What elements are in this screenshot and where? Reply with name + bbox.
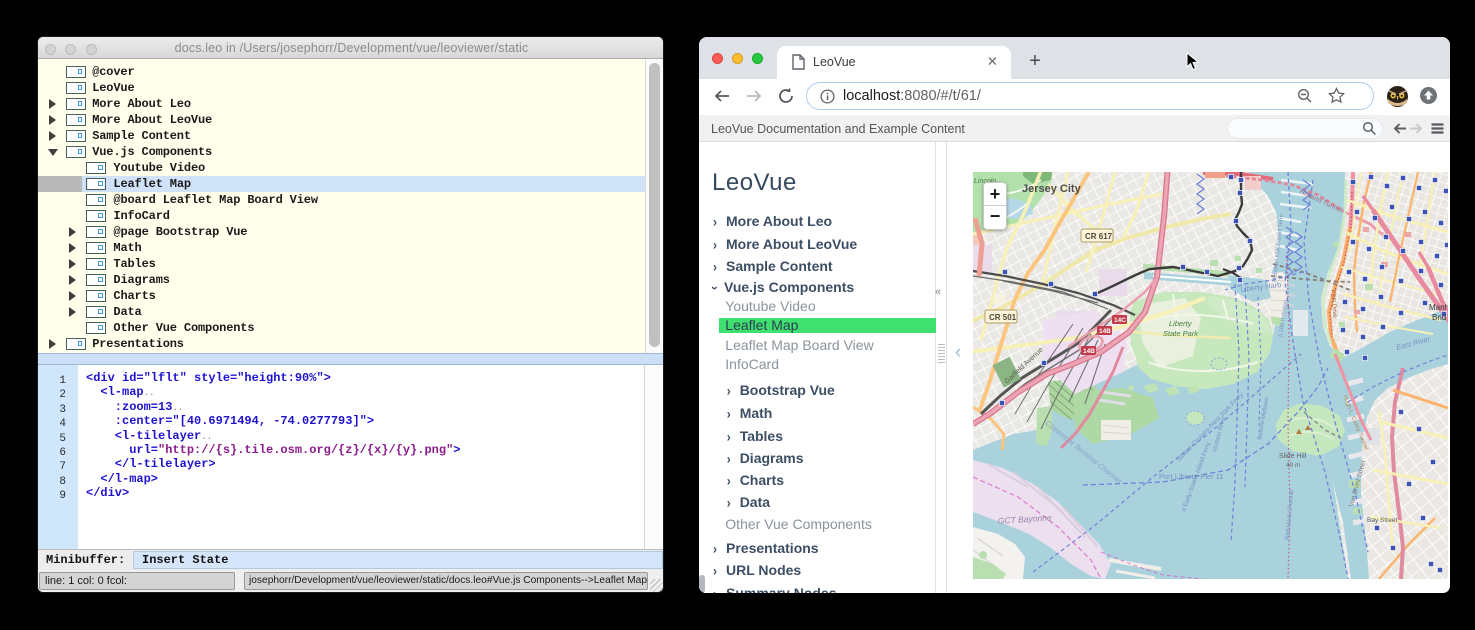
- svg-text:14C: 14C: [1114, 317, 1126, 324]
- svg-text:Bay Street: Bay Street: [1367, 517, 1398, 524]
- svg-text:CR 501: CR 501: [989, 313, 1017, 322]
- svg-text:Brid: Brid: [1432, 313, 1446, 322]
- svg-text:14B: 14B: [1083, 348, 1095, 355]
- svg-text:Slide Hill: Slide Hill: [1279, 453, 1307, 460]
- svg-text:Manh: Manh: [1429, 303, 1448, 312]
- svg-text:CR 617: CR 617: [1085, 232, 1113, 241]
- svg-text:State Park: State Park: [1163, 329, 1199, 338]
- svg-text:Liberty: Liberty: [1169, 319, 1193, 328]
- svg-text:40 m: 40 m: [1286, 462, 1300, 469]
- svg-text:14B: 14B: [1099, 328, 1111, 335]
- svg-text:Jersey City: Jersey City: [1022, 183, 1082, 195]
